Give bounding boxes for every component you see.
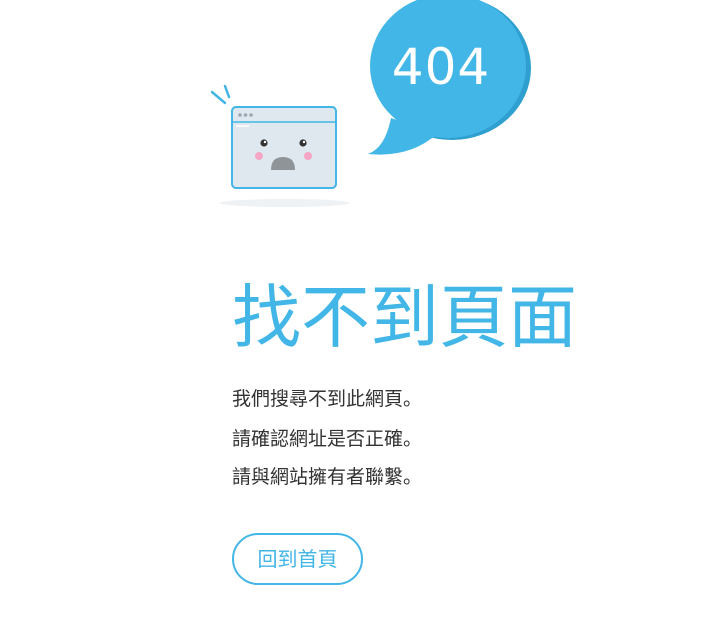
- error-code: 404: [391, 38, 491, 96]
- sad-browser-illustration: [205, 0, 535, 215]
- error-message-not-found: 我們搜尋不到此網頁。: [232, 388, 423, 410]
- sad-browser-icon: [210, 0, 531, 207]
- error-page: 404 找不到頁面 我們搜尋不到此網頁。 請確認網址是否正確。 請與網站擁有者聯…: [0, 0, 714, 617]
- error-message-check-url: 請確認網址是否正確。: [232, 428, 423, 450]
- page-title: 找不到頁面: [232, 278, 577, 358]
- error-message-contact-owner: 請與網站擁有者聯繫。: [232, 466, 423, 488]
- home-button[interactable]: 回到首頁: [232, 533, 363, 585]
